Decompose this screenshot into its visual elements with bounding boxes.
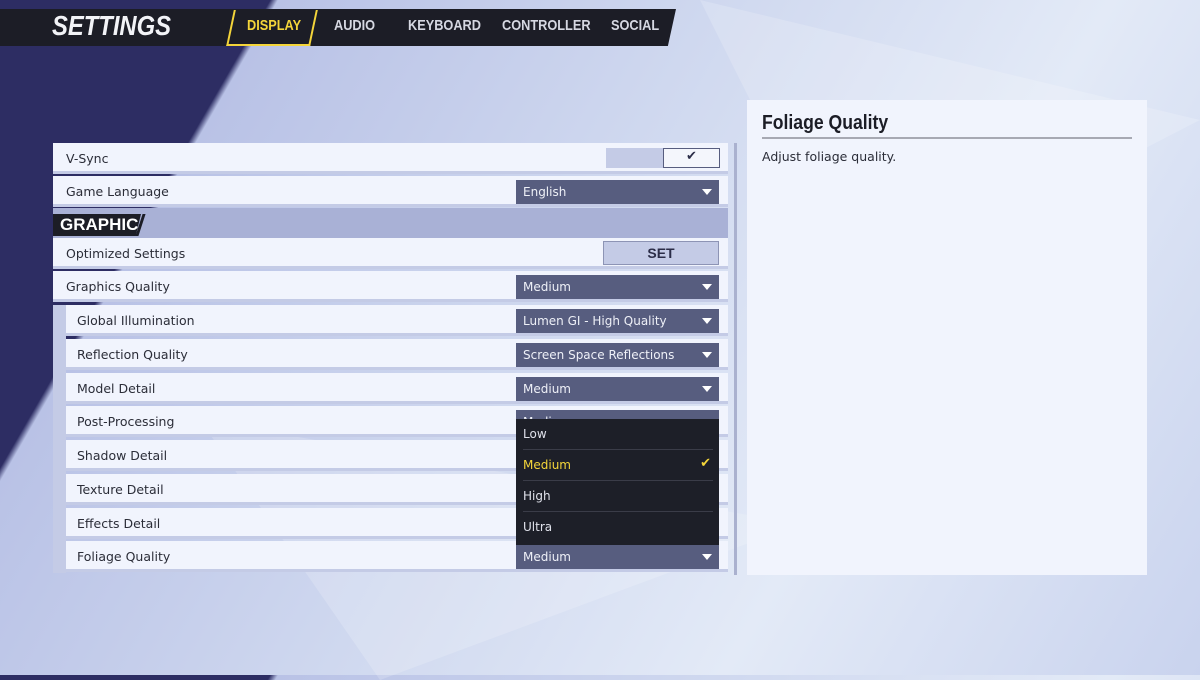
dropdown-value: Lumen GI - High Quality bbox=[523, 314, 667, 328]
model-detail-dropdown[interactable]: Medium bbox=[516, 377, 719, 401]
info-title: Foliage Quality bbox=[762, 112, 889, 134]
info-description: Adjust foliage quality. bbox=[762, 149, 897, 164]
setting-row-game-language: Game Language English bbox=[53, 176, 728, 207]
caret-down-icon bbox=[702, 386, 712, 392]
foliage-quality-dropdown[interactable]: Medium bbox=[516, 545, 719, 569]
setting-label: Model Detail bbox=[77, 381, 156, 396]
graphics-quality-dropdown[interactable]: Medium bbox=[516, 275, 719, 299]
tab-social[interactable]: SOCIAL bbox=[611, 17, 659, 34]
dropdown-option-high[interactable]: High bbox=[523, 481, 713, 512]
dropdown-option-low[interactable]: Low bbox=[523, 419, 713, 450]
scrollbar[interactable] bbox=[734, 143, 737, 575]
tab-keyboard[interactable]: KEYBOARD bbox=[408, 17, 481, 34]
dropdown-value: English bbox=[523, 185, 567, 199]
reflection-quality-dropdown[interactable]: Screen Space Reflections bbox=[516, 343, 719, 367]
setting-row-graphics-quality: Graphics Quality Medium bbox=[53, 271, 728, 302]
vsync-checkbox[interactable]: ✔ bbox=[663, 148, 720, 168]
setting-label: Shadow Detail bbox=[77, 448, 168, 463]
tab-controller[interactable]: CONTROLLER bbox=[502, 17, 591, 34]
setting-label: Game Language bbox=[66, 184, 169, 199]
section-title: GRAPHICS bbox=[53, 214, 141, 236]
setting-label: Post-Processing bbox=[77, 414, 175, 429]
divider bbox=[762, 137, 1132, 139]
setting-row-optimized-settings: Optimized Settings SET bbox=[53, 238, 728, 269]
setting-row-model-detail: Model Detail Medium bbox=[66, 373, 728, 404]
setting-label: V-Sync bbox=[66, 151, 109, 166]
language-dropdown[interactable]: English bbox=[516, 180, 719, 204]
caret-down-icon bbox=[702, 352, 712, 358]
dropdown-value: Medium bbox=[523, 550, 571, 564]
tab-display[interactable]: DISPLAY bbox=[247, 17, 301, 34]
setting-label: Effects Detail bbox=[77, 516, 161, 531]
subsetting-indent-bar bbox=[53, 305, 66, 573]
setting-row-vsync: V-Sync ✔ bbox=[53, 143, 728, 174]
setting-label: Texture Detail bbox=[77, 482, 164, 497]
caret-down-icon bbox=[702, 554, 712, 560]
option-label: Medium bbox=[523, 458, 571, 472]
section-header-graphics: GRAPHICS bbox=[53, 208, 728, 238]
global-illumination-dropdown[interactable]: Lumen GI - High Quality bbox=[516, 309, 719, 333]
setting-label: Reflection Quality bbox=[77, 347, 188, 362]
info-panel: Foliage Quality Adjust foliage quality. bbox=[747, 100, 1147, 575]
check-icon: ✔ bbox=[686, 149, 697, 164]
caret-down-icon bbox=[702, 189, 712, 195]
caret-down-icon bbox=[702, 284, 712, 290]
check-icon: ✔ bbox=[700, 456, 711, 471]
setting-row-global-illumination: Global Illumination Lumen GI - High Qual… bbox=[66, 305, 728, 336]
setting-row-reflection-quality: Reflection Quality Screen Space Reflecti… bbox=[66, 339, 728, 370]
setting-label: Optimized Settings bbox=[66, 246, 186, 261]
dropdown-option-medium[interactable]: Medium ✔ bbox=[523, 450, 713, 481]
dropdown-value: Screen Space Reflections bbox=[523, 348, 675, 362]
page-title: SETTINGS bbox=[52, 10, 172, 41]
caret-down-icon bbox=[702, 318, 712, 324]
dropdown-option-ultra[interactable]: Ultra bbox=[523, 512, 713, 543]
setting-label: Global Illumination bbox=[77, 313, 195, 328]
set-button[interactable]: SET bbox=[603, 241, 719, 265]
foliage-quality-dropdown-menu: Low Medium ✔ High Ultra bbox=[516, 419, 719, 545]
dropdown-value: Medium bbox=[523, 280, 571, 294]
tab-audio[interactable]: AUDIO bbox=[334, 17, 375, 34]
setting-row-foliage-quality: Foliage Quality Medium bbox=[66, 541, 728, 572]
setting-label: Foliage Quality bbox=[77, 549, 171, 564]
setting-label: Graphics Quality bbox=[66, 279, 170, 294]
dropdown-value: Medium bbox=[523, 382, 571, 396]
